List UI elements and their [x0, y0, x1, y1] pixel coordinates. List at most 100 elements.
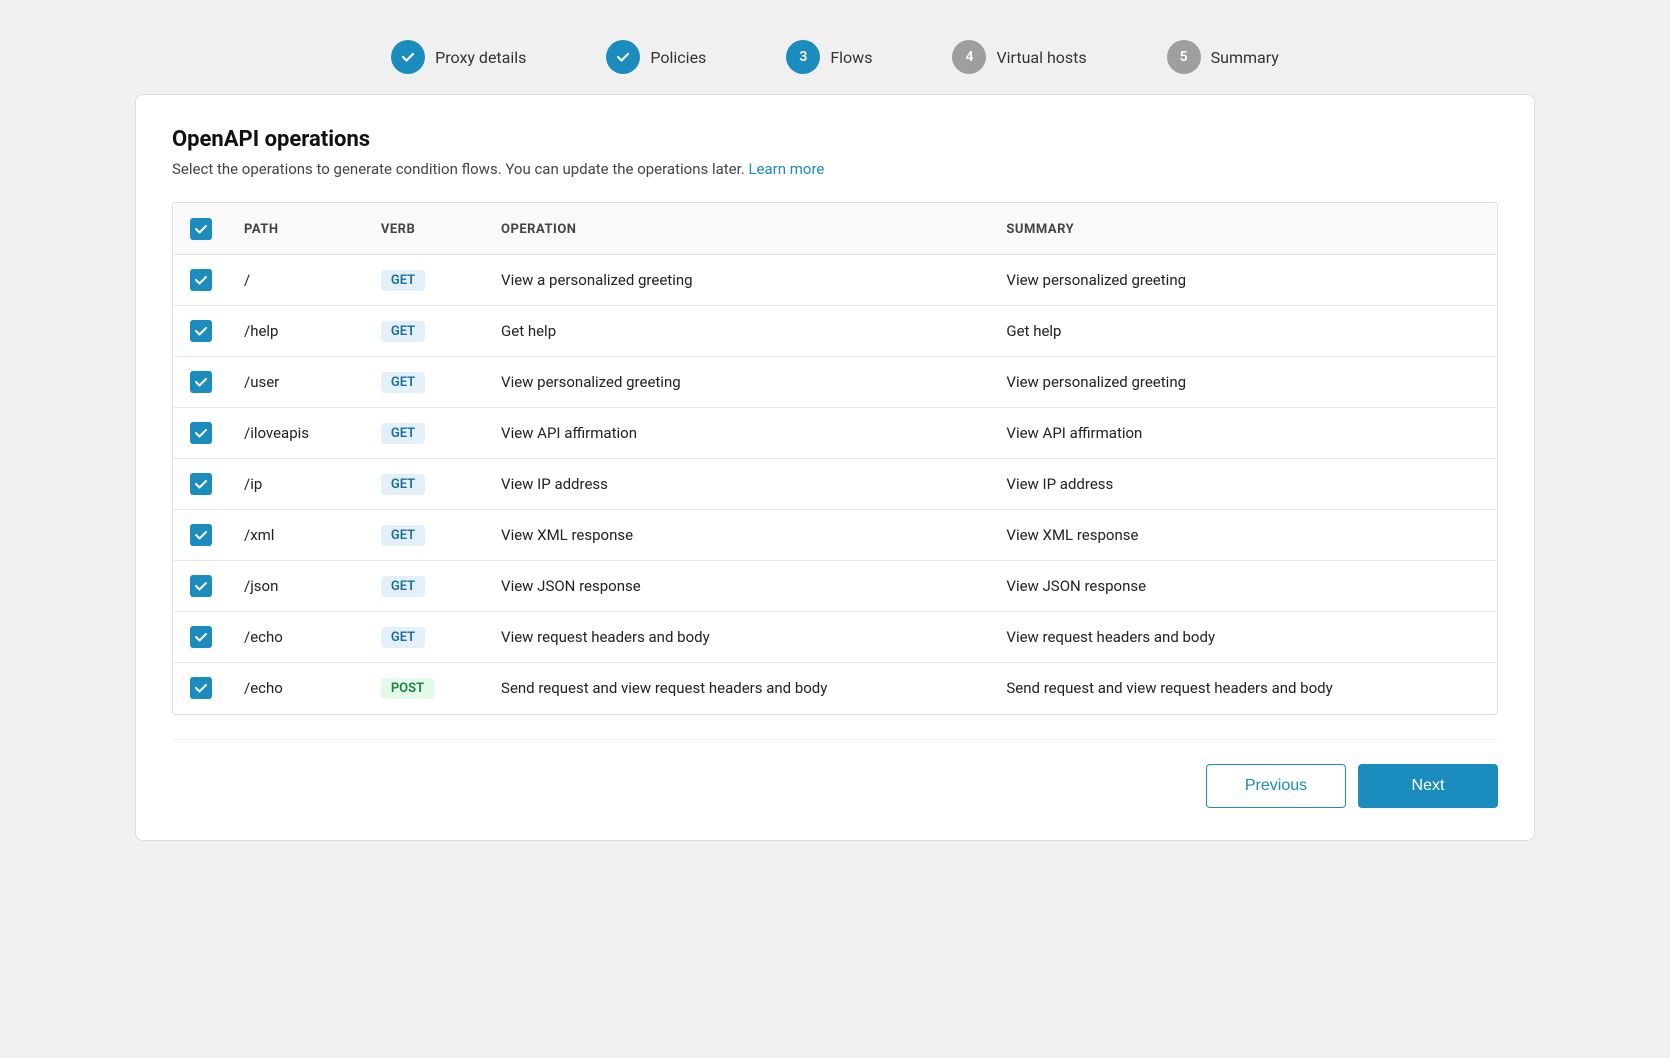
- row-operation: Get help: [485, 306, 990, 357]
- th-summary: SUMMARY: [990, 204, 1496, 255]
- step-label-virtual-hosts: Virtual hosts: [996, 48, 1086, 67]
- table-row: /echo GET View request headers and body …: [174, 612, 1497, 663]
- verb-badge: GET: [381, 372, 425, 393]
- row-checkbox-cell: [174, 357, 229, 408]
- row-checkbox-cell: [174, 561, 229, 612]
- step-label-policies: Policies: [650, 48, 706, 67]
- row-checkbox-7[interactable]: [190, 626, 212, 648]
- table-row: /echo POST Send request and view request…: [174, 663, 1497, 714]
- verb-badge: GET: [381, 423, 425, 444]
- row-checkbox-1[interactable]: [190, 320, 212, 342]
- row-verb: GET: [365, 459, 485, 510]
- step-circle-proxy-details: [391, 40, 425, 74]
- table-row: /json GET View JSON response View JSON r…: [174, 561, 1497, 612]
- row-operation: View IP address: [485, 459, 990, 510]
- row-checkbox-0[interactable]: [190, 269, 212, 291]
- row-summary: View request headers and body: [990, 612, 1496, 663]
- step-circle-summary: 5: [1167, 40, 1201, 74]
- step-proxy-details[interactable]: Proxy details: [391, 40, 526, 74]
- row-operation: View personalized greeting: [485, 357, 990, 408]
- row-checkbox-cell: [174, 459, 229, 510]
- row-summary: View XML response: [990, 510, 1496, 561]
- row-verb: GET: [365, 255, 485, 306]
- row-operation: View request headers and body: [485, 612, 990, 663]
- row-verb: GET: [365, 306, 485, 357]
- main-card: OpenAPI operations Select the operations…: [135, 94, 1535, 841]
- row-path: /json: [228, 561, 365, 612]
- step-flows[interactable]: 3 Flows: [786, 40, 872, 74]
- table-row: /ip GET View IP address View IP address: [174, 459, 1497, 510]
- verb-badge: POST: [381, 678, 434, 699]
- table-body: / GET View a personalized greeting View …: [174, 255, 1497, 714]
- step-circle-flows: 3: [786, 40, 820, 74]
- step-circle-policies: [606, 40, 640, 74]
- row-operation: View a personalized greeting: [485, 255, 990, 306]
- row-checkbox-cell: [174, 255, 229, 306]
- row-summary: View API affirmation: [990, 408, 1496, 459]
- row-checkbox-cell: [174, 663, 229, 714]
- step-label-summary: Summary: [1211, 48, 1279, 67]
- stepper: Proxy details Policies 3 Flows 4 Virtual…: [135, 20, 1535, 94]
- verb-badge: GET: [381, 576, 425, 597]
- step-policies[interactable]: Policies: [606, 40, 706, 74]
- table-header-row: PATH VERB OPERATION SUMMARY: [174, 204, 1497, 255]
- row-operation: View API affirmation: [485, 408, 990, 459]
- table-row: /help GET Get help Get help: [174, 306, 1497, 357]
- row-checkbox-5[interactable]: [190, 524, 212, 546]
- verb-badge: GET: [381, 525, 425, 546]
- verb-badge: GET: [381, 474, 425, 495]
- row-checkbox-cell: [174, 408, 229, 459]
- table-row: /user GET View personalized greeting Vie…: [174, 357, 1497, 408]
- row-verb: GET: [365, 561, 485, 612]
- th-path: PATH: [228, 204, 365, 255]
- row-operation: Send request and view request headers an…: [485, 663, 990, 714]
- next-button[interactable]: Next: [1358, 764, 1498, 808]
- card-subtitle-text: Select the operations to generate condit…: [172, 160, 748, 178]
- row-checkbox-2[interactable]: [190, 371, 212, 393]
- verb-badge: GET: [381, 627, 425, 648]
- row-summary: View IP address: [990, 459, 1496, 510]
- th-operation: OPERATION: [485, 204, 990, 255]
- row-summary: View JSON response: [990, 561, 1496, 612]
- row-checkbox-4[interactable]: [190, 473, 212, 495]
- th-checkbox: [174, 204, 229, 255]
- row-path: /xml: [228, 510, 365, 561]
- step-virtual-hosts[interactable]: 4 Virtual hosts: [952, 40, 1086, 74]
- select-all-checkbox[interactable]: [190, 218, 212, 240]
- row-summary: View personalized greeting: [990, 357, 1496, 408]
- operations-table-wrapper: PATH VERB OPERATION SUMMARY / GET: [172, 202, 1498, 715]
- row-checkbox-cell: [174, 510, 229, 561]
- row-summary: View personalized greeting: [990, 255, 1496, 306]
- operations-table: PATH VERB OPERATION SUMMARY / GET: [173, 203, 1497, 714]
- row-verb: GET: [365, 510, 485, 561]
- row-path: /echo: [228, 612, 365, 663]
- step-circle-virtual-hosts: 4: [952, 40, 986, 74]
- learn-more-link[interactable]: Learn more: [748, 160, 824, 178]
- row-verb: GET: [365, 612, 485, 663]
- row-checkbox-cell: [174, 612, 229, 663]
- row-checkbox-6[interactable]: [190, 575, 212, 597]
- step-label-proxy-details: Proxy details: [435, 48, 526, 67]
- row-checkbox-3[interactable]: [190, 422, 212, 444]
- row-verb: POST: [365, 663, 485, 714]
- card-title: OpenAPI operations: [172, 127, 1498, 152]
- card-subtitle: Select the operations to generate condit…: [172, 160, 1498, 178]
- verb-badge: GET: [381, 270, 425, 291]
- card-footer: Previous Next: [172, 739, 1498, 808]
- row-checkbox-8[interactable]: [190, 677, 212, 699]
- row-summary: Send request and view request headers an…: [990, 663, 1496, 714]
- row-path: /echo: [228, 663, 365, 714]
- row-path: /iloveapis: [228, 408, 365, 459]
- table-row: /iloveapis GET View API affirmation View…: [174, 408, 1497, 459]
- row-verb: GET: [365, 408, 485, 459]
- verb-badge: GET: [381, 321, 425, 342]
- table-row: / GET View a personalized greeting View …: [174, 255, 1497, 306]
- row-verb: GET: [365, 357, 485, 408]
- table-row: /xml GET View XML response View XML resp…: [174, 510, 1497, 561]
- row-operation: View XML response: [485, 510, 990, 561]
- step-summary[interactable]: 5 Summary: [1167, 40, 1279, 74]
- previous-button[interactable]: Previous: [1206, 764, 1346, 808]
- row-path: /ip: [228, 459, 365, 510]
- row-path: /: [228, 255, 365, 306]
- row-path: /help: [228, 306, 365, 357]
